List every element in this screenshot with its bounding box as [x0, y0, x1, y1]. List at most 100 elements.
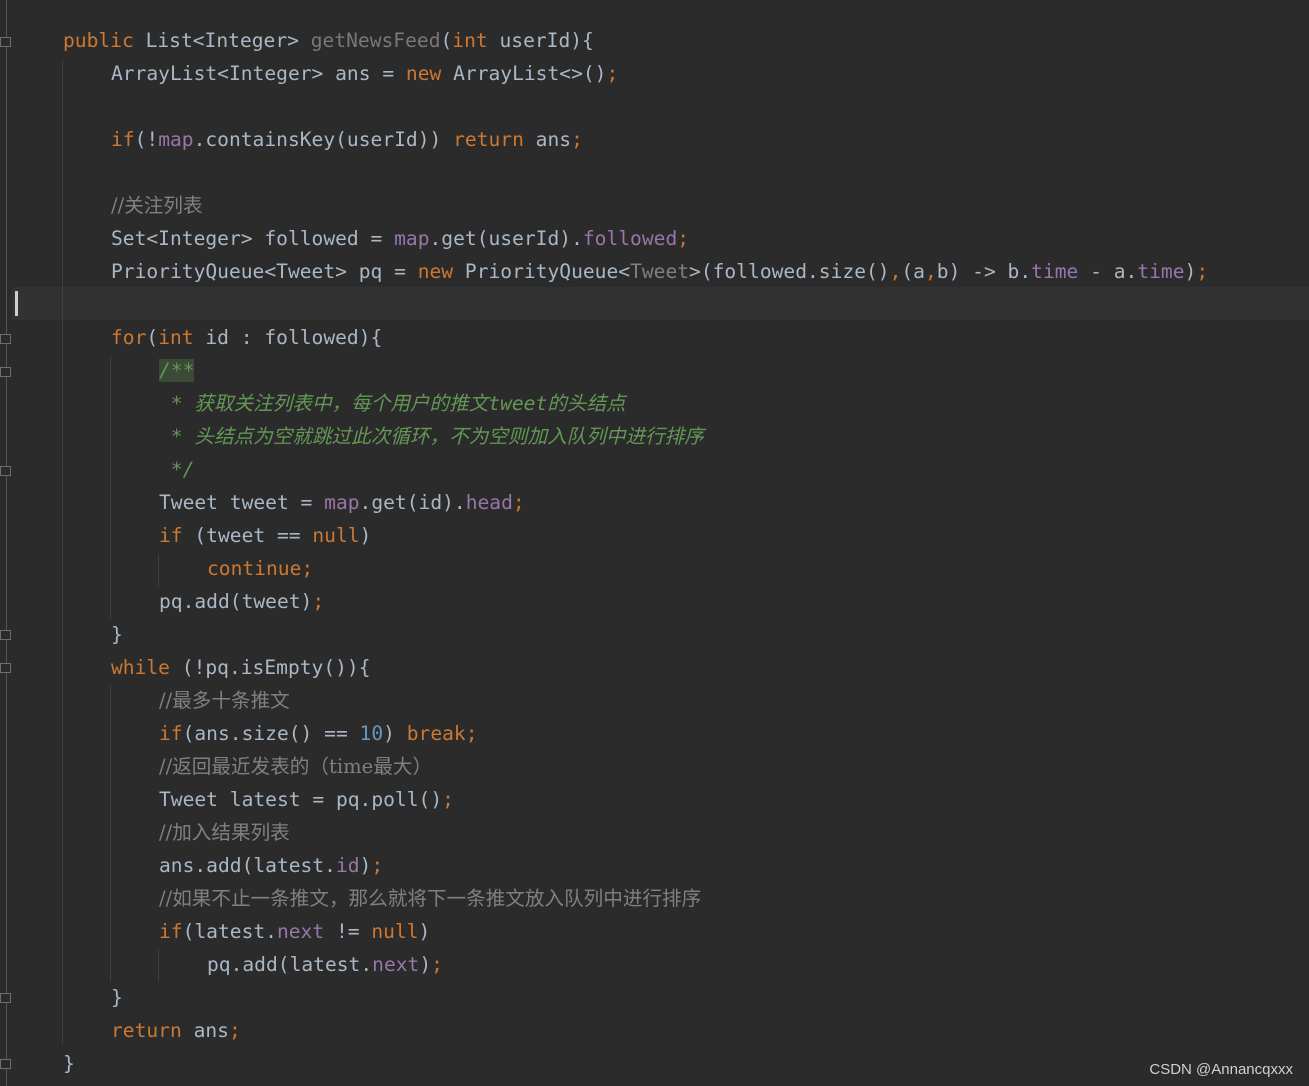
- code-text: pq.add(tweet): [159, 590, 313, 613]
- code-line[interactable]: ArrayList<Integer> ans = new ArrayList<>…: [111, 57, 618, 90]
- keyword: if: [159, 722, 183, 745]
- keyword: int: [158, 326, 194, 349]
- comma: ,: [924, 260, 937, 283]
- code-line-method-signature[interactable]: public List<Integer> getNewsFeed(int use…: [63, 24, 594, 57]
- code-line[interactable]: //如果不止一条推文，那么就将下一条推文放入队列中进行排序: [159, 882, 701, 915]
- code-line[interactable]: pq.add(tweet);: [159, 585, 324, 618]
- code-line[interactable]: //返回最近发表的（time最大）: [159, 750, 432, 783]
- code-line[interactable]: }: [111, 618, 123, 651]
- doc-comment: * 获取关注列表中，每个用户的推文tweet的头结点: [159, 392, 626, 415]
- code-text: b) -> b.: [936, 260, 1032, 283]
- code-text: - a.: [1078, 260, 1138, 283]
- code-text: List<Integer>: [145, 29, 299, 52]
- keyword: return: [453, 128, 524, 151]
- code-line[interactable]: Tweet tweet = map.get(id).head;: [159, 486, 525, 519]
- fold-marker-icon[interactable]: [0, 1056, 11, 1070]
- code-line[interactable]: Tweet latest = pq.poll();: [159, 783, 454, 816]
- code-line[interactable]: }: [63, 1047, 75, 1080]
- code-text: userId){: [487, 29, 594, 52]
- code-text: Set<Integer> followed =: [111, 227, 395, 250]
- semicolon: ;: [1196, 260, 1209, 283]
- code-text: pq.add(latest.: [207, 953, 373, 976]
- code-line[interactable]: ans.add(latest.id);: [159, 849, 383, 882]
- fold-marker-icon[interactable]: [0, 364, 11, 378]
- fold-marker-icon[interactable]: [0, 331, 11, 345]
- keyword: if: [159, 920, 183, 943]
- current-line-highlight: [12, 287, 1309, 320]
- code-text: ans: [523, 128, 572, 151]
- code-text: ArrayList<>(): [441, 62, 607, 85]
- semicolon: ;: [228, 1019, 241, 1042]
- code-line[interactable]: while (!pq.isEmpty()){: [111, 651, 371, 684]
- code-line[interactable]: //关注列表: [111, 189, 203, 222]
- code-line[interactable]: * 获取关注列表中，每个用户的推文tweet的头结点: [159, 387, 626, 420]
- field-ref: next: [372, 953, 420, 976]
- field-ref: head: [465, 491, 513, 514]
- field-ref: map: [158, 128, 194, 151]
- code-text: (ans.size() ==: [182, 722, 360, 745]
- editor-gutter[interactable]: [0, 0, 12, 1086]
- fold-marker-icon[interactable]: [0, 990, 11, 1004]
- code-line[interactable]: pq.add(latest.next);: [207, 948, 443, 981]
- code-text: >(followed.size(): [689, 260, 890, 283]
- keyword: break: [406, 722, 466, 745]
- code-text: (!: [134, 128, 159, 151]
- semicolon: ;: [512, 491, 525, 514]
- code-line[interactable]: */: [159, 453, 195, 486]
- code-line[interactable]: //加入结果列表: [159, 816, 290, 849]
- code-text: (: [146, 326, 159, 349]
- line-comment: //返回最近发表的（time最大）: [159, 755, 433, 778]
- code-text: ): [419, 953, 432, 976]
- code-line[interactable]: return ans;: [111, 1014, 241, 1047]
- gutter-divider: [6, 0, 7, 1086]
- doc-comment: /**: [159, 359, 195, 382]
- fold-marker-icon[interactable]: [0, 463, 11, 477]
- code-text: Tweet latest = pq.poll(): [159, 788, 443, 811]
- doc-comment: */: [159, 458, 195, 481]
- text-caret: [15, 291, 18, 316]
- fold-marker-icon[interactable]: [0, 660, 11, 674]
- inferred-type: Tweet: [630, 260, 690, 283]
- keyword: public: [63, 29, 134, 52]
- code-line[interactable]: }: [111, 981, 123, 1014]
- code-line[interactable]: /**: [159, 354, 195, 387]
- code-text: ArrayList<Integer> ans =: [111, 62, 406, 85]
- indent-guide: [62, 60, 63, 1045]
- semicolon: ;: [301, 557, 314, 580]
- code-line[interactable]: if(ans.size() == 10) break;: [159, 717, 478, 750]
- code-text: PriorityQueue<Tweet> pq =: [111, 260, 418, 283]
- code-line[interactable]: if (tweet == null): [159, 519, 371, 552]
- code-text: (!pq.isEmpty()){: [169, 656, 371, 679]
- code-line[interactable]: Set<Integer> followed = map.get(userId).…: [111, 222, 689, 255]
- fold-marker-icon[interactable]: [0, 627, 11, 641]
- keyword: for: [111, 326, 147, 349]
- field-ref: time: [1137, 260, 1185, 283]
- method-name: getNewsFeed: [310, 29, 441, 52]
- keyword: if: [159, 524, 183, 547]
- line-comment: //最多十条推文: [159, 689, 290, 712]
- semicolon: ;: [312, 590, 325, 613]
- field-ref: time: [1031, 260, 1079, 283]
- code-editor[interactable]: public List<Integer> getNewsFeed(int use…: [0, 0, 1309, 1086]
- field-ref: followed: [582, 227, 678, 250]
- code-line[interactable]: if(!map.containsKey(userId)) return ans;: [111, 123, 583, 156]
- fold-marker-icon[interactable]: [0, 34, 11, 48]
- code-text: ): [359, 854, 372, 877]
- code-text: (: [440, 29, 453, 52]
- indent-guide: [158, 554, 159, 586]
- semicolon: ;: [677, 227, 690, 250]
- code-line[interactable]: continue;: [207, 552, 313, 585]
- code-line[interactable]: //最多十条推文: [159, 684, 290, 717]
- code-text: .get(id).: [359, 491, 466, 514]
- code-line[interactable]: if(latest.next != null): [159, 915, 430, 948]
- semicolon: ;: [465, 722, 478, 745]
- keyword: null: [371, 920, 419, 943]
- code-line[interactable]: PriorityQueue<Tweet> pq = new PriorityQu…: [111, 255, 1208, 288]
- code-text: ans.add(latest.: [159, 854, 336, 877]
- code-line[interactable]: for(int id : followed){: [111, 321, 382, 354]
- code-text: Tweet tweet =: [159, 491, 325, 514]
- code-text: ): [359, 524, 372, 547]
- number-literal: 10: [359, 722, 384, 745]
- field-ref: map: [324, 491, 360, 514]
- code-line[interactable]: * 头结点为空就跳过此次循环，不为空则加入队列中进行排序: [159, 420, 704, 453]
